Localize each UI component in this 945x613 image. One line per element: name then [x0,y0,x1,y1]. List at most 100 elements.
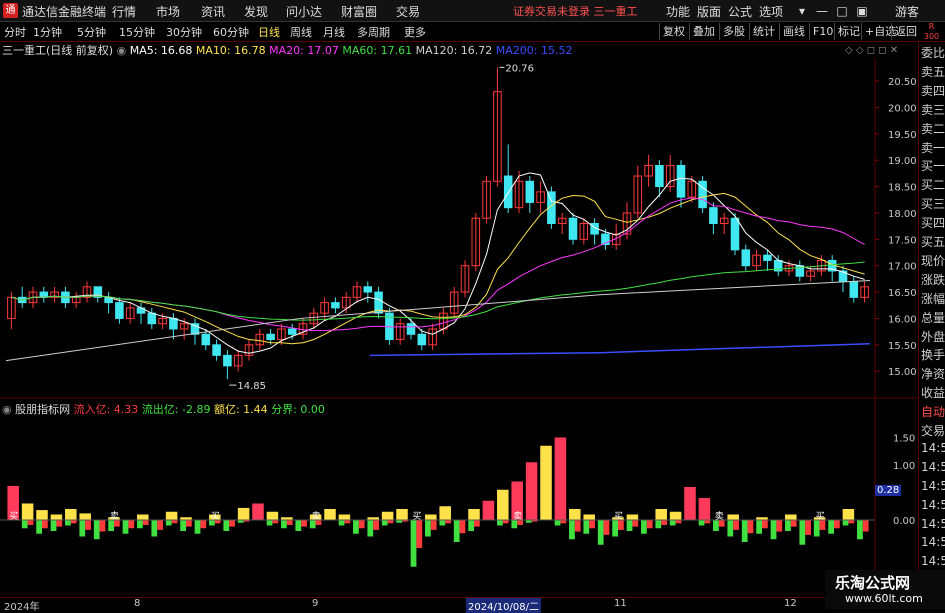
menu-formula[interactable]: 公式 [728,3,752,20]
menu-market-quote[interactable]: 行情 [112,3,136,20]
menu-arrow-icon[interactable]: ▾ [792,2,812,20]
sub-tick-label: 0.00 [893,516,915,527]
outflow-bar [295,520,302,531]
outflow-bar [165,520,172,526]
mark-button[interactable]: 标记 [834,23,863,40]
candle-body [406,323,416,335]
candle-body [709,207,718,224]
tab-daily[interactable]: 日线 [258,24,280,40]
draw-line-button[interactable]: 画线 [779,23,808,40]
menu-news[interactable]: 资讯 [201,3,225,20]
side-panel-item: 涨跌 [921,272,945,287]
tab-5min[interactable]: 5分钟 [77,24,106,40]
date-axis: 2024年 8 9 2024/10/08/二 11 12 [0,597,918,613]
inflow-bar [50,514,63,520]
tab-more[interactable]: 更多 [404,24,426,40]
outflow-bar [741,520,748,542]
outflow-bar [554,520,561,526]
outflow-bar [85,520,91,530]
outflow-bar [842,520,849,526]
menu-trade[interactable]: 交易 [396,3,420,20]
candles-group [7,66,869,386]
tab-timeshare[interactable]: 分时 [4,24,26,40]
side-panel-item: 14:5 [921,516,945,531]
menu-options[interactable]: 选项 [759,3,783,20]
guest-label[interactable]: 游客 [895,3,919,20]
outflow-bar [79,520,86,537]
menu-market[interactable]: 市场 [156,3,180,20]
tab-60min[interactable]: 60分钟 [213,24,249,40]
outflow-bar [661,520,667,525]
side-panel-item: 委比 [921,46,945,60]
candle-body [849,281,859,298]
menu-function[interactable]: 功能 [666,3,690,20]
candle-body [39,291,49,298]
candle-body [212,344,221,356]
maximize-icon[interactable]: □ [832,2,852,20]
menu-ask[interactable]: 问小达 [286,3,322,20]
side-panel-item: 买四 [921,216,945,231]
tab-1min[interactable]: 1分钟 [33,24,62,40]
y-tick-label: 16.50 [888,288,917,299]
tab-weekly[interactable]: 周线 [290,24,312,40]
stats-button[interactable]: 统计 [749,23,778,40]
y-tick-label: 18.00 [888,209,917,220]
inflow-bar [266,511,279,520]
outflow-bar [27,520,34,525]
overlay-button[interactable]: 叠加 [689,23,718,40]
outflow-bar [367,520,374,537]
watermark-url: www.60lt.com [845,592,923,605]
inflow-bar [79,513,91,520]
outflow-bar [727,520,734,537]
inflow-bar [569,509,581,520]
inflow-bar [554,437,567,520]
outflow-bar [56,520,63,527]
side-panel-item: 卖三 [921,102,945,117]
ma-line [11,192,865,345]
candle-body [147,312,157,325]
tab-15min[interactable]: 15分钟 [119,24,155,40]
tab-monthly[interactable]: 月线 [323,24,345,40]
inflow-bar [381,511,394,520]
date-label: 12 [784,598,797,609]
candle-body [763,254,772,261]
outflow-bar [790,520,797,527]
outflow-bar [785,520,791,531]
inflow-bar [425,514,437,520]
back-button[interactable]: 返回 [891,23,920,40]
multi-stock-button[interactable]: 多股 [719,23,748,40]
candle-body [568,217,578,240]
corner-line2: 300 [923,32,940,41]
y-tick-label: 20.50 [888,77,917,88]
y-tick-label: 17.50 [888,235,917,246]
candle-body [730,217,740,251]
side-panel-item: 14:5 [921,459,945,474]
outflow-bar [834,520,840,529]
rights-adjust-button[interactable]: 复权 [659,23,688,40]
outflow-bar [439,520,446,526]
outflow-bar [626,520,633,531]
outflow-bar [862,520,869,532]
outflow-bar [42,520,48,529]
tab-30min[interactable]: 30分钟 [166,24,202,40]
f10-button[interactable]: F10 [809,23,836,40]
minimize-icon[interactable]: — [812,2,832,20]
inflow-bar [698,498,711,520]
outflow-bar [828,520,834,534]
outflow-bar [157,520,163,530]
kline-chart[interactable]: 买卖买卖买卖买卖买 20.50 20.00 19.50 19.00 18.50 18.00… [0,42,918,597]
menu-wealth[interactable]: 财富圈 [341,3,377,20]
inflow-bar [237,507,250,520]
menu-discover[interactable]: 发现 [244,3,268,20]
app-logo-icon: 通 [3,3,18,18]
outflow-bar [223,520,230,531]
side-panel-item: 现价 [921,253,945,268]
menu-layout[interactable]: 版面 [697,3,721,20]
outflow-bar [497,520,503,526]
restore-icon[interactable]: ▣ [852,2,872,20]
inflow-bar [396,509,408,520]
outflow-bar [747,520,754,534]
corner-line1: R [928,22,935,31]
outflow-bar [468,520,474,531]
tab-multi-period[interactable]: 多周期 [357,24,390,40]
